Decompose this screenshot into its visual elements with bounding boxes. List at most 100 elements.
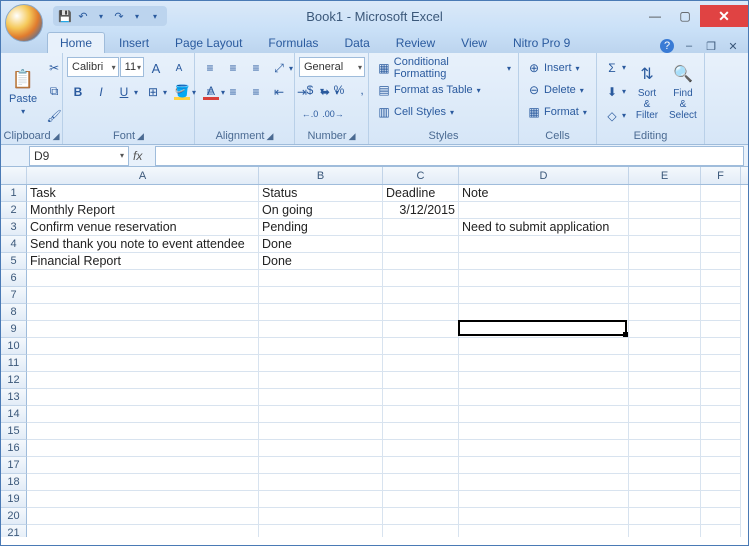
number-format-combo[interactable]: General▾ [299, 57, 365, 77]
row-header[interactable]: 20 [1, 508, 27, 525]
cell[interactable] [701, 338, 741, 355]
cell[interactable] [701, 423, 741, 440]
name-box[interactable]: D9▾ [29, 146, 129, 166]
cell[interactable] [629, 457, 701, 474]
cell[interactable] [701, 457, 741, 474]
column-header[interactable]: B [259, 167, 383, 184]
cell[interactable] [629, 355, 701, 372]
dialog-launcher-icon[interactable]: ◢ [267, 131, 274, 142]
row-header[interactable]: 17 [1, 457, 27, 474]
cell[interactable]: Task [27, 185, 259, 202]
cell[interactable] [383, 440, 459, 457]
decrease-decimal-button[interactable]: .00→ [322, 103, 344, 125]
cell[interactable] [701, 287, 741, 304]
formula-input[interactable] [155, 146, 744, 166]
shrink-font-button[interactable]: A [168, 57, 190, 79]
row-header[interactable]: 13 [1, 389, 27, 406]
row-header[interactable]: 2 [1, 202, 27, 219]
cell[interactable] [459, 338, 629, 355]
dialog-launcher-icon[interactable]: ◢ [137, 131, 144, 142]
autosum-button[interactable]: Σ▾ [601, 57, 629, 79]
align-left-button[interactable]: ≡ [199, 81, 221, 103]
cell[interactable] [383, 457, 459, 474]
column-header[interactable]: C [383, 167, 459, 184]
cell[interactable] [459, 270, 629, 287]
cell[interactable] [383, 372, 459, 389]
cell[interactable] [27, 423, 259, 440]
cell[interactable] [701, 236, 741, 253]
font-size-combo[interactable]: 11▾ [120, 57, 144, 77]
delete-cells-button[interactable]: ⊖Delete▾ [523, 79, 592, 101]
cell[interactable] [701, 219, 741, 236]
cell[interactable] [629, 236, 701, 253]
row-header[interactable]: 10 [1, 338, 27, 355]
cell[interactable] [259, 287, 383, 304]
cell[interactable]: On going [259, 202, 383, 219]
minimize-button[interactable]: — [640, 5, 670, 27]
cell[interactable]: Done [259, 253, 383, 270]
cell[interactable]: Status [259, 185, 383, 202]
cell[interactable] [701, 270, 741, 287]
tab-review[interactable]: Review [384, 33, 447, 53]
row-header[interactable]: 15 [1, 423, 27, 440]
conditional-formatting-button[interactable]: ▦Conditional Formatting▾ [373, 57, 514, 79]
cell[interactable] [27, 457, 259, 474]
row-header[interactable]: 19 [1, 491, 27, 508]
cell[interactable] [629, 525, 701, 537]
cell[interactable] [459, 236, 629, 253]
cell[interactable] [629, 491, 701, 508]
workbook-close-icon[interactable]: ✕ [726, 39, 740, 53]
bold-button[interactable]: B [67, 81, 89, 103]
fill-button[interactable]: ⬇▾ [601, 81, 629, 103]
cell[interactable] [259, 508, 383, 525]
cell[interactable] [701, 202, 741, 219]
undo-icon[interactable]: ↶ [75, 8, 91, 24]
font-family-combo[interactable]: Calibri▾ [67, 57, 119, 77]
row-header[interactable]: 6 [1, 270, 27, 287]
cell[interactable] [629, 508, 701, 525]
cell[interactable] [383, 491, 459, 508]
cell[interactable] [383, 287, 459, 304]
paste-button[interactable]: 📋 Paste ▾ [5, 55, 41, 128]
column-header[interactable]: F [701, 167, 741, 184]
chevron-down-icon[interactable]: ▾ [129, 8, 145, 24]
cut-button[interactable]: ✂ [43, 57, 65, 79]
dialog-launcher-icon[interactable]: ◢ [53, 131, 60, 142]
cell[interactable] [259, 338, 383, 355]
cell[interactable] [383, 338, 459, 355]
format-cells-button[interactable]: ▦Format▾ [523, 101, 592, 123]
tab-nitro[interactable]: Nitro Pro 9 [501, 33, 582, 53]
select-all-button[interactable] [1, 167, 27, 184]
cell[interactable]: 3/12/2015 [383, 202, 459, 219]
cell[interactable] [459, 508, 629, 525]
workbook-restore-icon[interactable]: ❐ [704, 39, 718, 53]
cell[interactable]: Financial Report [27, 253, 259, 270]
cell[interactable] [259, 372, 383, 389]
cell[interactable] [383, 219, 459, 236]
currency-button[interactable]: $▾ [299, 79, 327, 101]
cell[interactable] [629, 406, 701, 423]
cell[interactable] [629, 253, 701, 270]
cell[interactable] [459, 406, 629, 423]
dialog-launcher-icon[interactable]: ◢ [349, 131, 356, 142]
cell[interactable] [27, 525, 259, 537]
row-header[interactable]: 16 [1, 440, 27, 457]
column-header[interactable]: A [27, 167, 259, 184]
cell[interactable] [629, 423, 701, 440]
cell-styles-button[interactable]: ▥Cell Styles▾ [373, 101, 514, 123]
cell[interactable] [27, 372, 259, 389]
border-button[interactable]: ⊞▾ [142, 81, 170, 103]
row-header[interactable]: 11 [1, 355, 27, 372]
orientation-button[interactable]: ⤢▾ [268, 57, 296, 79]
cell[interactable] [27, 270, 259, 287]
cell[interactable] [701, 406, 741, 423]
row-header[interactable]: 5 [1, 253, 27, 270]
row-header[interactable]: 3 [1, 219, 27, 236]
row-header[interactable]: 4 [1, 236, 27, 253]
cell[interactable] [259, 457, 383, 474]
cell[interactable] [701, 355, 741, 372]
cell[interactable] [459, 389, 629, 406]
cell[interactable]: Monthly Report [27, 202, 259, 219]
cell[interactable] [27, 355, 259, 372]
cell[interactable] [383, 253, 459, 270]
